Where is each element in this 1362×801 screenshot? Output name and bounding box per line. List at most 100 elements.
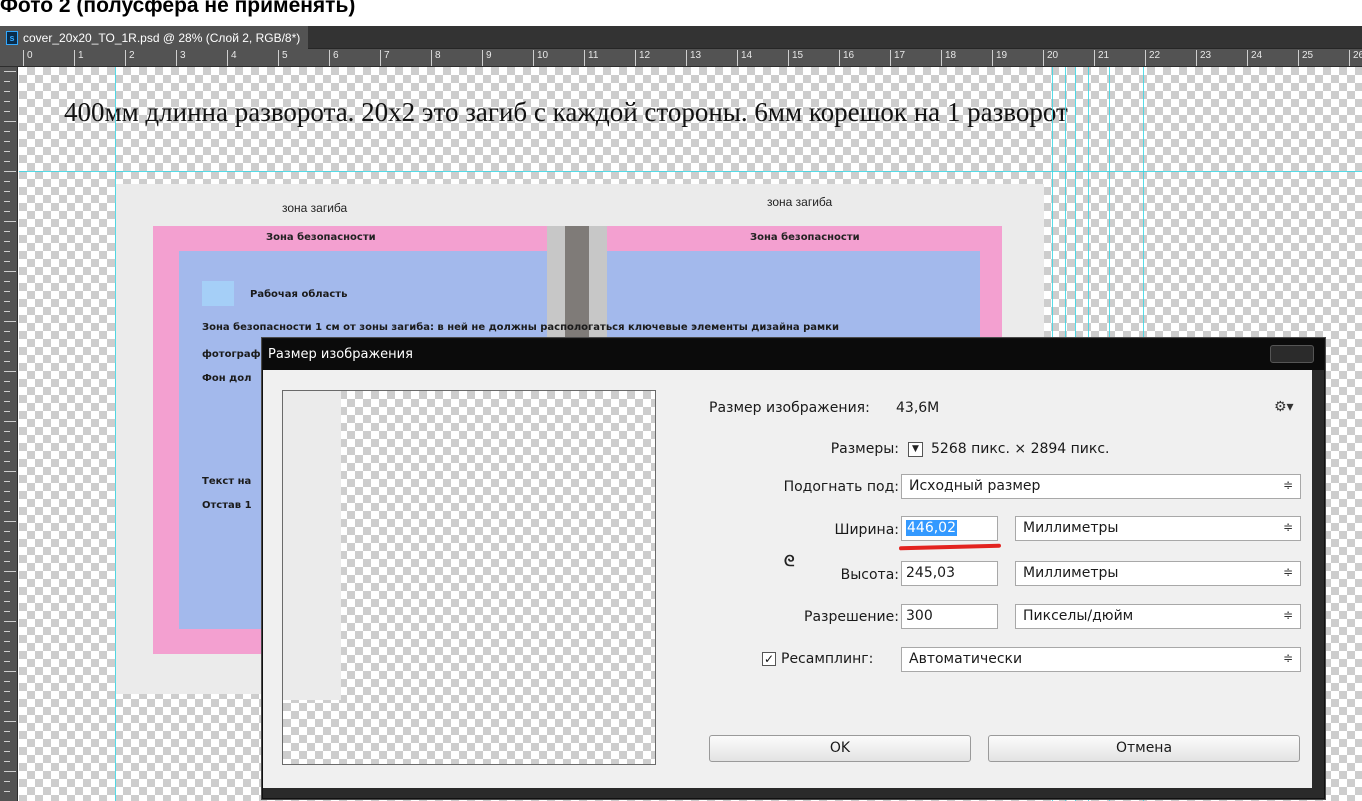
ruler-tick	[4, 771, 16, 772]
width-label: Ширина:	[834, 522, 899, 538]
select-arrow-icon: ≑	[1282, 520, 1293, 534]
ruler-number: 16	[839, 50, 854, 66]
resample-label: Ресамплинг:	[781, 651, 874, 667]
ruler-tick	[4, 641, 10, 642]
close-button[interactable]	[1270, 345, 1314, 363]
ruler-tick	[4, 251, 10, 252]
ruler-tick	[4, 281, 10, 282]
ruler-number: 20	[1043, 50, 1058, 66]
ruler-tick	[4, 551, 10, 552]
width-unit-select[interactable]: Миллиметры ≑	[1015, 516, 1301, 541]
ruler-tick	[4, 681, 10, 682]
vertical-ruler[interactable]	[0, 67, 18, 801]
fold-zone-label-left: зона загиба	[282, 201, 348, 215]
ruler-tick	[4, 421, 16, 422]
ruler-number: 12	[635, 50, 650, 66]
ruler-tick	[4, 371, 16, 372]
ruler-tick	[4, 181, 10, 182]
horizontal-ruler[interactable]: 0 1 2 3 4 5 6 7 8 9 10 11 12 13 14 15 16 17 18 19 20 21 22 23 24…	[0, 49, 1362, 67]
ruler-tick	[4, 81, 10, 82]
ruler-tick	[4, 481, 10, 482]
width-value: 446,02	[906, 520, 957, 536]
ruler-tick	[4, 581, 10, 582]
dimensions-label: Размеры:	[830, 441, 899, 457]
ruler-number: 3	[176, 50, 186, 66]
safety-zone-label-right: Зона безопасности	[750, 232, 860, 243]
fold-zone-label-right: зона загиба	[767, 195, 833, 209]
ruler-tick	[4, 441, 10, 442]
background-note: Фон дол	[202, 373, 252, 384]
ruler-tick	[4, 351, 10, 352]
select-arrow-icon: ≑	[1282, 651, 1293, 665]
ruler-tick	[4, 191, 10, 192]
cancel-button[interactable]: Отмена	[988, 735, 1300, 762]
ruler-tick	[4, 411, 10, 412]
ruler-number: 15	[788, 50, 803, 66]
preview-content	[283, 391, 341, 700]
ruler-tick	[4, 671, 16, 672]
ruler-tick	[4, 401, 10, 402]
ruler-tick	[4, 131, 10, 132]
ruler-tick	[4, 571, 16, 572]
ruler-number: 1	[74, 50, 84, 66]
link-icon[interactable]: ᘓ	[784, 552, 795, 570]
width-input[interactable]: 446,02	[901, 516, 998, 541]
document-tab[interactable]: s cover_20x20_TO_1R.psd @ 28% (Слой 2, R…	[0, 26, 309, 49]
ruler-number: 2	[125, 50, 135, 66]
ruler-number: 5	[278, 50, 288, 66]
height-unit-select[interactable]: Миллиметры ≑	[1015, 561, 1301, 586]
ruler-tick	[4, 431, 10, 432]
gap-note: Отстав 1	[202, 500, 252, 511]
canvas-headline: 400мм длинна разворота. 20х2 это загиб с…	[64, 97, 1068, 127]
red-underline-annotation	[898, 543, 1002, 551]
height-value: 245,03	[906, 565, 955, 581]
ruler-number: 8	[431, 50, 441, 66]
height-unit-value: Миллиметры	[1023, 565, 1119, 581]
resample-value: Автоматически	[909, 651, 1023, 667]
ruler-tick	[4, 111, 10, 112]
ruler-tick	[4, 781, 10, 782]
ruler-tick	[4, 141, 10, 142]
chevron-down-icon[interactable]: ▼	[908, 442, 923, 457]
text-note: Текст на	[202, 476, 252, 487]
ruler-tick	[4, 91, 10, 92]
resolution-input[interactable]: 300	[901, 604, 998, 629]
fit-to-select[interactable]: Исходный размер ≑	[901, 474, 1301, 499]
ruler-tick	[4, 661, 10, 662]
guide-horizontal[interactable]	[19, 171, 1362, 172]
height-input[interactable]: 245,03	[901, 561, 998, 586]
ruler-number: 11	[584, 50, 598, 66]
ruler-tick	[4, 391, 10, 392]
ruler-tick	[4, 561, 10, 562]
ruler-tick	[4, 381, 10, 382]
ruler-tick	[4, 261, 10, 262]
resample-select[interactable]: Автоматически ≑	[901, 647, 1301, 672]
gear-icon[interactable]: ⚙▾	[1274, 399, 1294, 415]
height-label: Высота:	[840, 567, 899, 583]
ruler-tick	[4, 231, 10, 232]
fit-to-value: Исходный размер	[909, 478, 1041, 494]
ruler-number: 18	[941, 50, 956, 66]
ruler-tick	[4, 491, 10, 492]
ruler-number: 7	[380, 50, 390, 66]
ruler-tick	[4, 751, 10, 752]
ruler-number: 4	[227, 50, 237, 66]
ruler-number: 10	[533, 50, 548, 66]
ok-button[interactable]: OK	[709, 735, 971, 762]
ruler-tick	[4, 201, 10, 202]
ruler-tick	[4, 791, 10, 792]
ruler-tick	[4, 651, 10, 652]
dimensions-value: 5268 пикс. × 2894 пикс.	[931, 441, 1110, 457]
ruler-tick	[4, 321, 16, 322]
ruler-tick	[4, 611, 10, 612]
ruler-tick	[4, 761, 10, 762]
ruler-tick	[4, 361, 10, 362]
image-preview[interactable]	[282, 390, 656, 765]
photoshop-icon: s	[6, 30, 18, 45]
resample-checkbox[interactable]: ✓	[762, 652, 776, 666]
guide-vertical[interactable]	[115, 67, 116, 801]
ruler-number: 14	[737, 50, 752, 66]
ruler-tick	[4, 301, 10, 302]
select-arrow-icon: ≑	[1282, 565, 1293, 579]
resolution-unit-select[interactable]: Пикселы/дюйм ≑	[1015, 604, 1301, 629]
